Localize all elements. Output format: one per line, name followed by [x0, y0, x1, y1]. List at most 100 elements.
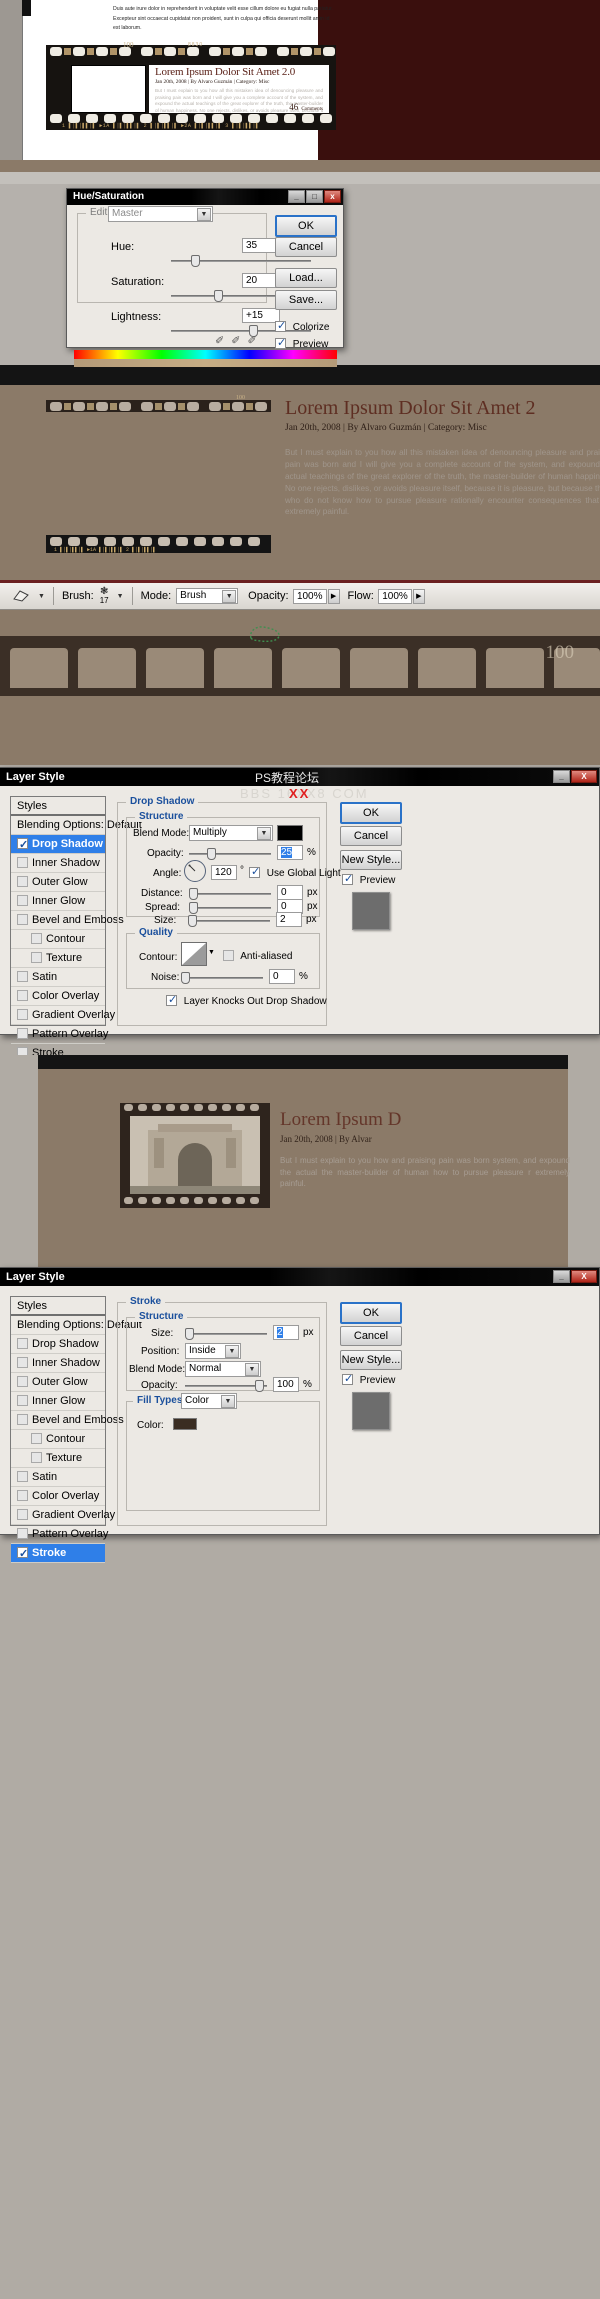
style-enable-checkbox[interactable]	[17, 1471, 28, 1482]
styles-list-item-drop-shadow[interactable]: Drop Shadow	[11, 1335, 105, 1354]
opacity-slider[interactable]	[185, 1380, 267, 1392]
hue-saturation-dialog[interactable]: Hue/Saturation _ □ x Edit: Master ▼ Hue:…	[66, 188, 344, 350]
styles-list-item-texture[interactable]: Texture	[11, 949, 105, 968]
flow-input[interactable]: 100%	[377, 588, 412, 604]
hue-slider-knob[interactable]	[190, 255, 200, 267]
chevron-down-icon[interactable]: ▼	[222, 590, 237, 603]
preview-row[interactable]: Preview	[342, 1372, 395, 1386]
saturation-slider-knob[interactable]	[214, 290, 224, 302]
cancel-button[interactable]: Cancel	[275, 237, 337, 257]
noise-input[interactable]: 0	[269, 969, 295, 984]
knockout-checkbox[interactable]	[166, 993, 177, 1006]
dialog-titlebar[interactable]: Layer Style _ X	[0, 1268, 599, 1286]
opacity-slider[interactable]	[189, 848, 271, 860]
blend-mode-select[interactable]: Normal ▼	[185, 1361, 261, 1377]
antialiased-row[interactable]: Anti-aliased	[223, 950, 293, 962]
style-enable-checkbox[interactable]	[17, 1047, 28, 1055]
styles-list-item-satin[interactable]: Satin	[11, 1468, 105, 1487]
styles-list-item-blending-options-default[interactable]: Blending Options: Default	[11, 1316, 142, 1335]
styles-list-item-inner-glow[interactable]: Inner Glow	[11, 892, 105, 911]
styles-list-rows[interactable]: Blending Options: Default Drop Shadow Inne…	[11, 1316, 142, 1564]
angle-input[interactable]: 120	[211, 865, 237, 880]
eraser-icon[interactable]	[12, 589, 30, 603]
brush-chevron-down-icon[interactable]: ▼	[117, 593, 124, 600]
style-enable-checkbox[interactable]	[17, 1490, 28, 1501]
styles-list-item-bevel-and-emboss[interactable]: Bevel and Emboss	[11, 1411, 124, 1430]
style-enable-checkbox[interactable]	[17, 876, 28, 887]
flow-stepper-arrow[interactable]: ▶	[412, 588, 425, 604]
use-global-light-row[interactable]: Use Global Light	[249, 865, 341, 879]
preview-checkbox[interactable]	[342, 1372, 353, 1385]
styles-list-item-drop-shadow[interactable]: Drop Shadow	[11, 835, 105, 855]
styles-list-item-color-overlay[interactable]: Color Overlay	[11, 987, 105, 1006]
chevron-down-icon[interactable]: ▼	[257, 827, 271, 840]
eyedropper-tools[interactable]: ✐✐✐	[215, 334, 271, 347]
style-enable-checkbox[interactable]	[17, 1545, 28, 1564]
fill-type-select[interactable]: Color ▼	[181, 1393, 237, 1409]
marching-ants-selection[interactable]	[247, 624, 283, 644]
distance-input[interactable]: 0	[277, 885, 303, 900]
size-slider[interactable]	[188, 915, 270, 927]
opacity-input[interactable]: 25	[277, 845, 303, 860]
style-enable-checkbox[interactable]	[17, 914, 28, 925]
cancel-button[interactable]: Cancel	[340, 1326, 402, 1346]
style-enable-checkbox[interactable]	[17, 895, 28, 906]
style-enable-checkbox[interactable]	[17, 1338, 28, 1349]
antialiased-checkbox[interactable]	[223, 950, 234, 961]
style-enable-checkbox[interactable]	[17, 971, 28, 982]
style-enable-checkbox[interactable]	[17, 1395, 28, 1406]
new-style-button[interactable]: New Style...	[340, 1350, 402, 1370]
stroke-color-swatch[interactable]	[173, 1418, 197, 1430]
style-enable-checkbox[interactable]	[17, 1376, 28, 1387]
position-select[interactable]: Inside ▼	[185, 1343, 241, 1359]
close-button[interactable]: X	[571, 770, 597, 783]
colorize-checkbox[interactable]	[275, 319, 286, 332]
opacity-slider-knob[interactable]	[254, 1380, 264, 1392]
minimize-button[interactable]: _	[553, 1270, 570, 1283]
edit-channel-select[interactable]: Master ▼	[108, 206, 213, 222]
size-input[interactable]: 2	[276, 912, 302, 927]
angle-dial[interactable]	[184, 860, 206, 882]
window-buttons[interactable]: _ X	[553, 770, 597, 783]
styles-list-rows[interactable]: Blending Options: Default Drop Shadow Inne…	[11, 816, 142, 1055]
mode-select[interactable]: Brush ▼	[176, 588, 239, 604]
save-button[interactable]: Save...	[275, 290, 337, 310]
size-slider[interactable]	[185, 1328, 267, 1340]
styles-list-item-color-overlay[interactable]: Color Overlay	[11, 1487, 105, 1506]
style-enable-checkbox[interactable]	[31, 1433, 42, 1444]
styles-list-item-gradient-overlay[interactable]: Gradient Overlay	[11, 1506, 115, 1525]
dialog-titlebar[interactable]: Layer Style PS教程论坛 _ X	[0, 768, 599, 786]
opacity-input[interactable]: 100	[273, 1377, 299, 1392]
load-button[interactable]: Load...	[275, 268, 337, 288]
window-buttons[interactable]: _ X	[553, 1270, 597, 1283]
spread-slider-knob[interactable]	[189, 902, 198, 914]
styles-list-item-contour[interactable]: Contour	[11, 1430, 105, 1449]
styles-list-panel[interactable]: Styles Blending Options: Default Drop Sha…	[10, 1296, 142, 1564]
styles-list-item-bevel-and-emboss[interactable]: Bevel and Emboss	[11, 911, 124, 930]
blend-mode-select[interactable]: Multiply ▼	[189, 825, 273, 841]
tool-preset-chevron-down-icon[interactable]: ▼	[38, 593, 45, 600]
shadow-color-swatch[interactable]	[277, 825, 303, 841]
cancel-button[interactable]: Cancel	[340, 826, 402, 846]
layer-style-dialog-dropshadow[interactable]: Layer Style PS教程论坛 _ X BBS 16XX8 COM XX …	[0, 767, 600, 1055]
opacity-input[interactable]: 100%	[292, 588, 327, 604]
styles-list-item-outer-glow[interactable]: Outer Glow	[11, 873, 105, 892]
style-enable-checkbox[interactable]	[17, 1414, 28, 1425]
style-enable-checkbox[interactable]	[31, 952, 42, 963]
style-enable-checkbox[interactable]	[31, 1452, 42, 1463]
minimize-button[interactable]: _	[288, 190, 305, 203]
spread-slider[interactable]	[189, 902, 271, 914]
new-style-button[interactable]: New Style...	[340, 850, 402, 870]
maximize-button[interactable]: □	[306, 190, 323, 203]
preview-checkbox[interactable]	[342, 872, 353, 885]
knockout-row[interactable]: Layer Knocks Out Drop Shadow	[166, 993, 327, 1007]
opacity-stepper-arrow[interactable]: ▶	[327, 588, 340, 604]
ok-button[interactable]: OK	[275, 215, 337, 237]
noise-slider[interactable]	[181, 972, 263, 984]
style-enable-checkbox[interactable]	[31, 933, 42, 944]
styles-list-item-satin[interactable]: Satin	[11, 968, 105, 987]
style-enable-checkbox[interactable]	[17, 1028, 28, 1039]
distance-slider[interactable]	[189, 888, 271, 900]
styles-list-item-texture[interactable]: Texture	[11, 1449, 105, 1468]
styles-list-item-gradient-overlay[interactable]: Gradient Overlay	[11, 1006, 115, 1025]
